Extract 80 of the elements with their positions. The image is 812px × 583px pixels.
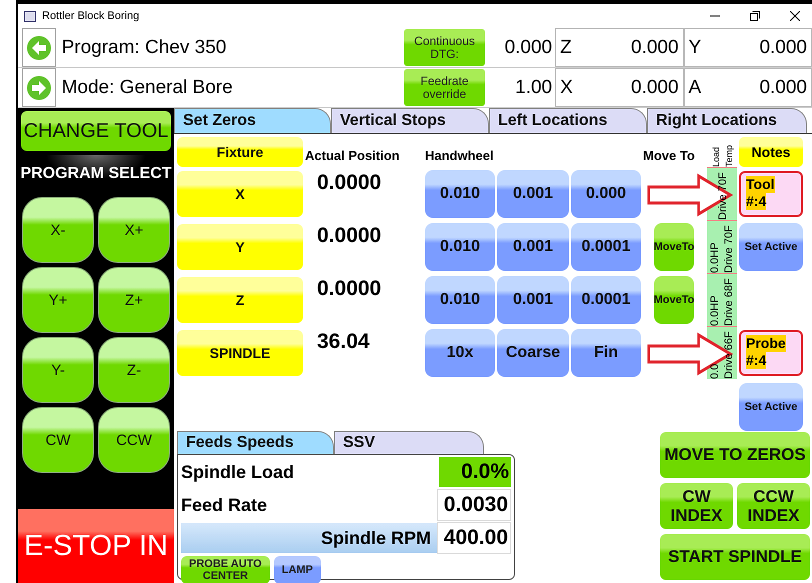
jog-button[interactable]: X- [22, 197, 94, 263]
load-reading: 0.0HP [709, 241, 721, 273]
header-button[interactable]: Feedrate override [404, 69, 485, 106]
jog-button[interactable]: CW [22, 407, 94, 473]
load-reading: 0.0 [709, 362, 721, 379]
axis-readout: X 0.000 [555, 68, 684, 107]
index-button[interactable]: CCW INDEX [737, 483, 810, 529]
handwheel-button[interactable]: 0.010 [425, 222, 495, 270]
axis-button[interactable]: Y [177, 224, 303, 270]
move-to-button[interactable]: MoveTo [654, 222, 694, 270]
column-header: Handwheel [425, 148, 495, 165]
position-value: 0.0000 [316, 276, 382, 302]
feed-button[interactable]: LAMP [274, 556, 321, 583]
estop-button[interactable]: E-STOP IN [18, 509, 174, 583]
fixture-button[interactable]: Fixture [177, 137, 303, 167]
column-header: Move To [643, 148, 696, 165]
column-header: Temp [724, 144, 734, 167]
handwheel-button[interactable]: 0.001 [497, 170, 569, 218]
header-label: Mode: General Bore [60, 76, 234, 100]
index-button[interactable]: CW INDEX [660, 483, 733, 529]
input-field[interactable]: 0.0030 [437, 489, 511, 521]
position-value: 0.0000 [316, 223, 382, 249]
set-active-button[interactable]: Set Active [739, 383, 803, 431]
header-value: 1.00 [514, 76, 554, 100]
tab[interactable]: SSV [334, 431, 484, 454]
handwheel-button[interactable]: 0.010 [425, 276, 495, 324]
temp-reading: Drive 68F [723, 277, 735, 326]
header-button[interactable]: Continuous DTG: [404, 29, 485, 66]
jog-button[interactable]: CCW [98, 407, 170, 473]
tab[interactable]: Right Locations [647, 108, 807, 133]
notes-button[interactable]: Notes [739, 137, 803, 167]
tab[interactable]: Feeds Speeds [177, 431, 334, 454]
jog-button[interactable]: Z+ [98, 267, 170, 333]
temp-reading: Drive 70F [717, 171, 729, 220]
handwheel-button[interactable]: 0.001 [497, 276, 569, 324]
change-tool-button[interactable]: CHANGE TOOL [21, 111, 171, 151]
handwheel-button[interactable]: 0.010 [425, 170, 495, 218]
app-icon [24, 10, 36, 22]
feed-label: Feed Rate [181, 494, 268, 516]
position-value: 36.04 [316, 329, 371, 355]
set-active-button[interactable]: Set Active [739, 222, 803, 270]
axis-button[interactable]: X [177, 171, 303, 217]
start-spindle-button[interactable]: START SPINDLE [660, 534, 810, 580]
feed-button[interactable]: PROBE AUTO CENTER [181, 556, 270, 583]
axis-readout: Y 0.000 [684, 28, 812, 67]
move-to-zeros-button[interactable]: MOVE TO ZEROS [660, 432, 810, 478]
handwheel-button[interactable]: Coarse [497, 328, 569, 376]
move-to-button[interactable]: MoveTo [654, 276, 694, 324]
jog-button[interactable]: Y- [22, 337, 94, 403]
header-label: Program: Chev 350 [60, 36, 228, 60]
axis-readout: Z 0.000 [555, 28, 684, 67]
handwheel-button[interactable]: Fin [571, 328, 641, 376]
tab[interactable]: Vertical Stops [331, 108, 489, 133]
column-header: Actual Position [305, 148, 401, 165]
close-icon[interactable] [790, 11, 800, 21]
handwheel-button[interactable]: 0.0001 [571, 276, 641, 324]
axis-readout: A 0.000 [684, 68, 812, 107]
tab[interactable]: Set Zeros [174, 108, 331, 133]
handwheel-button[interactable]: 0.000 [571, 170, 641, 218]
axis-button[interactable]: Z [177, 277, 303, 323]
column-header: Load [710, 146, 720, 167]
handwheel-button[interactable]: 0.001 [497, 222, 569, 270]
position-value: 0.0000 [316, 170, 382, 196]
jog-button[interactable]: Y+ [22, 267, 94, 333]
temp-reading: Drive 66F [723, 330, 735, 379]
load-reading: 0.0HP [709, 294, 721, 326]
temp-reading: Drive 70F [723, 224, 735, 273]
window-title: Rottler Block Boring [42, 10, 140, 22]
feed-label: Spindle RPM [320, 528, 432, 548]
handwheel-button[interactable]: 0.0001 [571, 222, 641, 270]
handwheel-button[interactable]: 10x [425, 328, 495, 376]
feed-value: 0.0% [439, 457, 511, 487]
feed-value: 400.00 [437, 522, 511, 554]
header-value: 0.000 [504, 36, 554, 60]
axis-button[interactable]: SPINDLE [177, 330, 303, 376]
jog-button[interactable]: Z- [98, 337, 170, 403]
jog-button[interactable]: X+ [98, 197, 170, 263]
feed-label: Spindle Load [181, 462, 296, 482]
restore-icon[interactable] [750, 11, 760, 21]
tab[interactable]: Left Locations [489, 108, 647, 133]
